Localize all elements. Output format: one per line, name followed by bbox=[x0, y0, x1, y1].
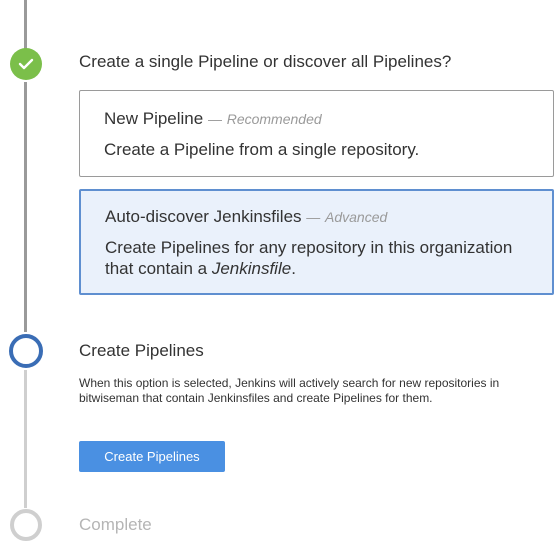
option-auto-discover[interactable]: Auto-discover Jenkinsfiles — Advanced Cr… bbox=[79, 189, 554, 295]
step-active-indicator bbox=[9, 334, 43, 368]
pipeline-wizard: Create a single Pipeline or discover all… bbox=[0, 0, 558, 542]
step-complete-indicator bbox=[10, 48, 42, 80]
option-title-row: Auto-discover Jenkinsfiles — Advanced bbox=[105, 207, 528, 227]
option-new-pipeline[interactable]: New Pipeline — Recommended Create a Pipe… bbox=[79, 90, 554, 177]
option-description: Create a Pipeline from a single reposito… bbox=[104, 140, 420, 159]
option-title: New Pipeline bbox=[104, 109, 204, 128]
option-description-end: . bbox=[291, 259, 296, 278]
timeline-line bbox=[24, 0, 27, 50]
option-separator: — bbox=[207, 111, 222, 127]
timeline-line bbox=[24, 370, 27, 508]
timeline-line bbox=[24, 82, 27, 332]
create-pipelines-button[interactable]: Create Pipelines bbox=[79, 441, 225, 472]
option-description-text: Create Pipelines for any repository in t… bbox=[105, 238, 513, 278]
step-title-create: Create Pipelines bbox=[79, 341, 204, 360]
checkmark-icon bbox=[18, 58, 34, 70]
step-pending-indicator bbox=[10, 509, 42, 541]
step-title-complete: Complete bbox=[79, 515, 152, 534]
option-tag: Advanced bbox=[325, 209, 388, 225]
step-question: Create a single Pipeline or discover all… bbox=[79, 52, 452, 71]
option-separator: — bbox=[306, 209, 321, 225]
option-description: Create Pipelines for any repository in t… bbox=[105, 237, 528, 279]
option-tag: Recommended bbox=[226, 111, 322, 127]
jenkinsfile-emphasis: Jenkinsfile bbox=[211, 259, 292, 278]
option-title: Auto-discover Jenkinsfiles bbox=[105, 207, 302, 226]
step-description: When this option is selected, Jenkins wi… bbox=[79, 376, 500, 405]
option-title-row: New Pipeline — Recommended bbox=[104, 109, 529, 129]
